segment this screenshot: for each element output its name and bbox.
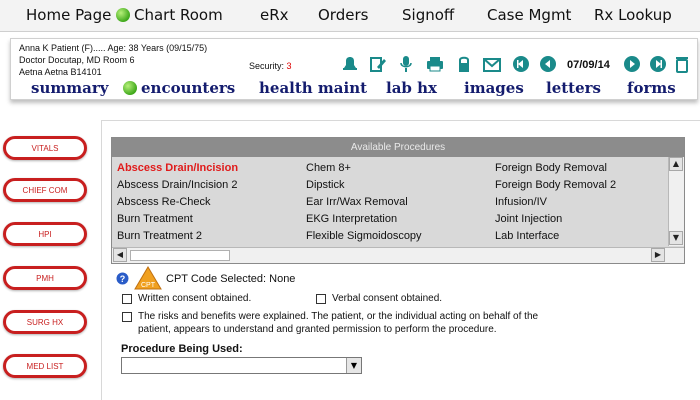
scroll-down-icon[interactable]: ▼ (669, 231, 683, 245)
tab-images[interactable]: images (464, 79, 524, 97)
svg-text:?: ? (120, 274, 126, 284)
procedure-item[interactable]: Infusion/IV (495, 196, 547, 208)
patient-doctor-room: Doctor Docutap, MD Room 6 (19, 55, 135, 65)
scroll-thumb[interactable] (130, 250, 230, 261)
procedures-list[interactable]: Available Procedures Abscess Drain/Incis… (111, 137, 685, 264)
nav-chart-room-label: Chart Room (134, 6, 223, 24)
chevron-down-icon[interactable]: ▼ (346, 358, 361, 373)
nav-orders[interactable]: Orders (318, 6, 368, 24)
procedure-item[interactable]: Ear Irr/Wax Removal (306, 196, 408, 208)
cpt-warning-icon: CPT (134, 266, 162, 290)
sidebar-chief-complaint[interactable]: CHIEF COM (3, 178, 87, 202)
procedure-item[interactable]: Foreign Body Removal (495, 162, 607, 174)
verbal-consent-checkbox[interactable] (316, 294, 326, 304)
procedure-item[interactable]: Dipstick (306, 179, 345, 191)
sidebar-pmh[interactable]: PMH (3, 266, 87, 290)
envelope-icon[interactable] (483, 55, 501, 73)
nav-signoff[interactable]: Signoff (402, 6, 454, 24)
printer-icon[interactable] (426, 55, 444, 73)
trash-icon[interactable] (673, 55, 691, 73)
green-status-icon (123, 81, 137, 95)
risks-explained-line1: The risks and benefits were explained. T… (138, 311, 539, 322)
procedure-item[interactable]: Abscess Re-Check (117, 196, 211, 208)
tab-summary[interactable]: summary (31, 79, 108, 97)
procedure-item[interactable]: Chem 8+ (306, 162, 351, 174)
top-nav: Home Page Chart Room eRx Orders Signoff … (0, 0, 700, 32)
cpt-badge-text: CPT (141, 282, 156, 289)
tab-encounters-label: encounters (141, 79, 236, 97)
procedure-used-select[interactable]: ▼ (121, 357, 362, 374)
procedures-title: Available Procedures (112, 138, 684, 157)
procedure-item[interactable]: Flexible Sigmoidoscopy (306, 230, 422, 242)
tab-encounters[interactable]: encounters (123, 79, 235, 97)
last-icon[interactable] (649, 55, 667, 73)
cpt-code-text: CPT Code Selected: None (166, 273, 296, 285)
bell-icon[interactable] (341, 55, 359, 73)
sidebar-vitals[interactable]: VITALS (3, 136, 87, 160)
nav-erx[interactable]: eRx (260, 6, 289, 24)
risks-explained-line2: patient, appears to understand and grant… (138, 324, 497, 335)
procedure-item[interactable]: Lab Interface (495, 230, 559, 242)
nav-rx-lookup[interactable]: Rx Lookup (594, 6, 672, 24)
procedure-item[interactable]: Joint Injection (495, 213, 562, 225)
sidebar-hpi[interactable]: HPI (3, 222, 87, 246)
security-value: 3 (286, 61, 292, 71)
lock-icon[interactable] (455, 55, 473, 73)
patient-insurance: Aetna Aetna B14101 (19, 67, 102, 77)
procedure-used-label: Procedure Being Used: (121, 343, 243, 355)
written-consent-label: Written consent obtained. (138, 293, 252, 304)
security-label: Security: (249, 61, 285, 71)
vertical-scrollbar[interactable]: ▲ ▼ (668, 157, 684, 246)
patient-name-age: Anna K Patient (F)..... Age: 38 Years (0… (19, 43, 208, 53)
nav-chart-room[interactable]: Chart Room (116, 6, 223, 24)
patient-header: Anna K Patient (F)..... Age: 38 Years (0… (10, 38, 698, 100)
procedure-item[interactable]: Abscess Drain/Incision 2 (117, 179, 237, 191)
security-level: Security: 3 (249, 61, 292, 71)
edit-icon[interactable] (369, 55, 387, 73)
sidebar-surg-hx[interactable]: SURG HX (3, 310, 87, 334)
date-display: 07/09/14 (567, 59, 610, 71)
procedure-item-selected[interactable]: Abscess Drain/Incision (117, 162, 238, 174)
tab-health-maint[interactable]: health maint (259, 79, 367, 97)
verbal-consent-label: Verbal consent obtained. (332, 293, 443, 304)
green-status-icon (116, 8, 130, 22)
tab-lab-hx[interactable]: lab hx (386, 79, 437, 97)
tab-forms[interactable]: forms (627, 79, 676, 97)
microphone-icon[interactable] (397, 55, 415, 73)
scroll-left-icon[interactable]: ◀ (113, 248, 127, 262)
prev-icon[interactable] (539, 55, 557, 73)
next-icon[interactable] (623, 55, 641, 73)
help-icon[interactable]: ? (116, 272, 129, 285)
procedure-item[interactable]: EKG Interpretation (306, 213, 397, 225)
procedure-item[interactable]: Burn Treatment (117, 213, 193, 225)
scroll-up-icon[interactable]: ▲ (669, 157, 683, 171)
first-icon[interactable] (512, 55, 530, 73)
nav-case-mgmt[interactable]: Case Mgmt (487, 6, 571, 24)
sidebar-med-list[interactable]: MED LIST (3, 354, 87, 378)
procedure-item[interactable]: Burn Treatment 2 (117, 230, 202, 242)
risks-explained-checkbox[interactable] (122, 312, 132, 322)
nav-home-page[interactable]: Home Page (26, 6, 111, 24)
horizontal-scrollbar[interactable]: ◀ ▶ (112, 247, 684, 263)
scroll-right-icon[interactable]: ▶ (651, 248, 665, 262)
written-consent-checkbox[interactable] (122, 294, 132, 304)
procedure-item[interactable]: Foreign Body Removal 2 (495, 179, 616, 191)
tab-letters[interactable]: letters (546, 79, 601, 97)
